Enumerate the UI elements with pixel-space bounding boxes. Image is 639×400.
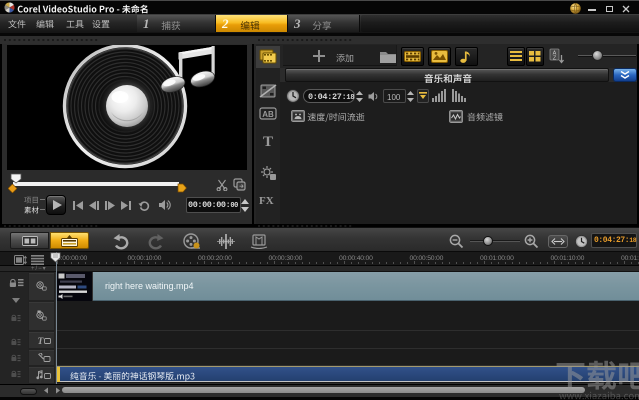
svg-text:AB: AB (262, 110, 274, 119)
svg-text:T: T (38, 337, 45, 346)
